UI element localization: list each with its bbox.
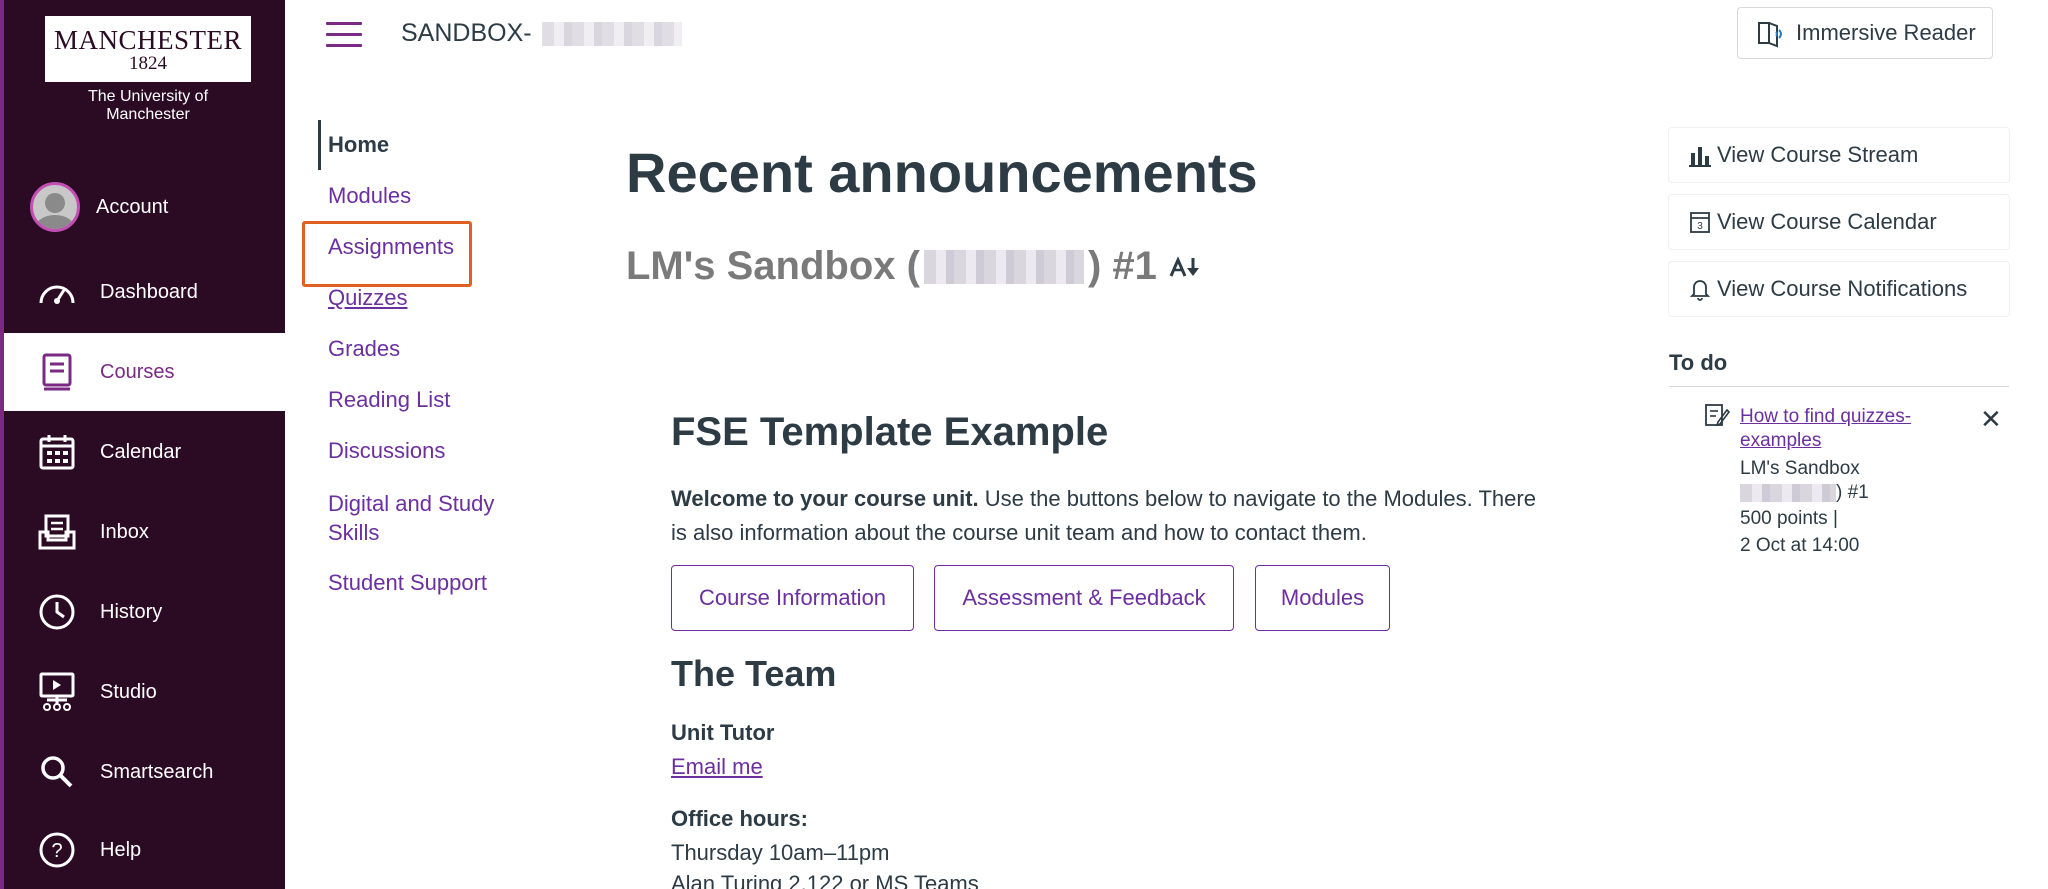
- global-nav-calendar[interactable]: Calendar: [4, 413, 285, 491]
- course-nav-reading-list[interactable]: Reading List: [328, 387, 450, 413]
- svg-text:?: ?: [51, 840, 62, 862]
- global-nav-history[interactable]: History: [4, 573, 285, 651]
- course-nav-modules[interactable]: Modules: [328, 183, 411, 209]
- course-nav-grades[interactable]: Grades: [328, 336, 400, 362]
- global-nav-smartsearch[interactable]: Smartsearch: [4, 733, 285, 811]
- help-icon: ?: [34, 827, 80, 873]
- office-hours-label: Office hours:: [671, 806, 808, 831]
- svg-text:3: 3: [1697, 221, 1703, 232]
- redacted-text: [1740, 483, 1836, 502]
- page-title: Recent announcements: [626, 141, 1258, 204]
- global-nav-label: Studio: [100, 680, 157, 703]
- search-icon: [34, 749, 80, 795]
- global-nav-label: Help: [100, 838, 142, 861]
- university-logo[interactable]: MANCHESTER 1824 The University of Manche…: [44, 16, 252, 123]
- view-course-stream-button[interactable]: View Course Stream: [1668, 127, 2010, 183]
- global-nav: MANCHESTER 1824 The University of Manche…: [0, 0, 285, 889]
- todo-item-link[interactable]: How to find quizzes-examples: [1740, 405, 1940, 453]
- global-nav-account[interactable]: Account: [4, 168, 285, 246]
- view-course-notifications-button[interactable]: View Course Notifications: [1668, 261, 2010, 317]
- course-nav-student-support[interactable]: Student Support: [328, 570, 487, 596]
- history-icon: [34, 589, 80, 635]
- menu-toggle-icon[interactable]: [326, 22, 362, 48]
- welcome-text: Welcome to your course unit. Use the but…: [671, 482, 1551, 550]
- todo-points: 500 points |: [1740, 508, 1838, 529]
- global-nav-courses[interactable]: Courses: [4, 333, 285, 411]
- course-nav-home[interactable]: Home: [328, 132, 389, 158]
- modules-button[interactable]: Modules: [1255, 565, 1390, 631]
- global-nav-label: History: [100, 600, 163, 623]
- global-nav-label: Courses: [100, 360, 175, 383]
- global-nav-label: Calendar: [100, 440, 182, 463]
- announcement-prefix: LM's Sandbox (: [626, 244, 920, 288]
- calendar-icon: [34, 429, 80, 475]
- global-nav-label: Dashboard: [100, 280, 198, 303]
- todo-due-date: 2 Oct at 14:00: [1740, 535, 1860, 556]
- global-nav-label: Inbox: [100, 520, 149, 543]
- redacted-text: [923, 249, 1084, 284]
- logo-year: 1824: [129, 53, 167, 74]
- fse-template-title: FSE Template Example: [671, 410, 1109, 454]
- global-nav-label: Account: [96, 195, 169, 218]
- view-course-calendar-button[interactable]: 3 View Course Calendar: [1668, 194, 2010, 250]
- course-nav-discussions[interactable]: Discussions: [328, 438, 445, 464]
- inbox-icon: [34, 509, 80, 555]
- redacted-text: [541, 22, 682, 47]
- announcement-sort-icon[interactable]: [1169, 254, 1201, 280]
- bell-icon: [1689, 280, 1711, 301]
- todo-course-name: LM's Sandbox: [1740, 458, 1860, 479]
- close-icon[interactable]: ✕: [1980, 404, 2002, 435]
- view-course-notifications-label: View Course Notifications: [1717, 276, 1968, 301]
- logo-subtitle: The University of Manchester: [87, 88, 209, 123]
- unit-tutor-label: Unit Tutor: [671, 720, 775, 745]
- todo-divider: [1669, 386, 2009, 387]
- course-nav-quizzes[interactable]: Quizzes: [328, 285, 407, 311]
- email-me-link[interactable]: Email me: [671, 754, 763, 780]
- dashboard-icon: [34, 269, 80, 315]
- calendar-icon: 3: [1690, 212, 1710, 233]
- assignments-highlight-box: [302, 221, 472, 287]
- team-title: The Team: [671, 653, 837, 694]
- course-information-button[interactable]: Course Information: [671, 565, 914, 631]
- global-nav-label: Smartsearch: [100, 760, 214, 783]
- global-nav-dashboard[interactable]: Dashboard: [4, 253, 285, 331]
- course-nav-digital-study-skills[interactable]: Digital and Study Skills: [328, 489, 518, 547]
- logo-box: MANCHESTER 1824: [45, 16, 251, 82]
- announcement-title[interactable]: LM's Sandbox ( ) #1: [626, 244, 1201, 289]
- global-nav-help[interactable]: ? Help: [4, 811, 285, 889]
- global-nav-inbox[interactable]: Inbox: [4, 493, 285, 571]
- bar-chart-icon: [1689, 147, 1711, 167]
- avatar: [30, 182, 80, 232]
- immersive-reader-label: Immersive Reader: [1796, 20, 1976, 45]
- breadcrumb-text: SANDBOX-: [401, 19, 532, 47]
- todo-heading: To do: [1669, 350, 1728, 375]
- assessment-feedback-button[interactable]: Assessment & Feedback: [934, 565, 1234, 631]
- office-hours-location: Alan Turing 2.122 or MS Teams: [671, 871, 979, 889]
- course-nav-active-indicator: [318, 120, 321, 170]
- logo-name: MANCHESTER: [53, 25, 242, 55]
- todo-course-code: ) #1: [1740, 482, 1869, 504]
- todo-course-suffix: ) #1: [1836, 482, 1869, 503]
- quiz-icon: [1705, 404, 1730, 427]
- view-course-calendar-label: View Course Calendar: [1717, 209, 1937, 234]
- studio-icon: [34, 669, 80, 715]
- announcement-suffix: ) #1: [1087, 244, 1157, 288]
- courses-icon: [34, 349, 80, 395]
- welcome-bold: Welcome to your course unit.: [671, 486, 979, 511]
- global-nav-studio[interactable]: Studio: [4, 653, 285, 731]
- office-hours-time: Thursday 10am–11pm: [671, 840, 890, 865]
- breadcrumb-course[interactable]: SANDBOX-: [401, 19, 682, 48]
- immersive-reader-button[interactable]: Immersive Reader: [1737, 7, 1993, 59]
- view-course-stream-label: View Course Stream: [1717, 142, 1919, 167]
- immersive-reader-icon: [1758, 22, 1782, 48]
